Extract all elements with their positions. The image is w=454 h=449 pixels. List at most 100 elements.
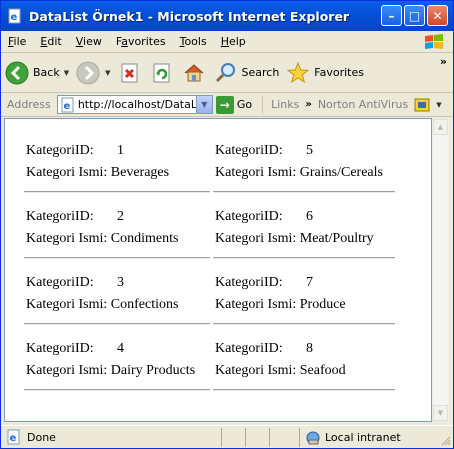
- standard-toolbar: Back ▼ ▼ Search Favorites »: [1, 53, 453, 93]
- window-title: DataList Örnek1 - Microsoft Internet Exp…: [29, 8, 350, 24]
- address-input[interactable]: e http://localhost/DataList ▼: [56, 95, 213, 114]
- windows-logo-icon: [419, 32, 449, 52]
- status-panels: [221, 428, 293, 447]
- menu-view[interactable]: View: [69, 35, 109, 48]
- svg-text:e: e: [10, 433, 17, 444]
- go-button[interactable]: → Go: [215, 95, 253, 114]
- refresh-icon: [149, 60, 175, 86]
- toolbar-overflow-chevron-icon[interactable]: »: [440, 55, 447, 68]
- datalist-item: KategoriID: 8 Kategori Ismi: Seafood: [212, 325, 397, 391]
- status-panel: [245, 428, 269, 447]
- address-bar: Address e http://localhost/DataList ▼ → …: [1, 93, 453, 117]
- category-name: Kategori Ismi: Beverages: [26, 165, 170, 180]
- go-arrow-icon: →: [215, 95, 234, 114]
- resize-grip-icon[interactable]: [441, 436, 451, 446]
- page-content: KategoriID: 1 Kategori Ismi: Beverages K…: [4, 118, 432, 422]
- title-bar[interactable]: e DataList Örnek1 - Microsoft Internet E…: [1, 1, 453, 31]
- home-button[interactable]: [178, 56, 210, 90]
- security-zone[interactable]: Local intranet: [299, 428, 439, 447]
- page-done-icon: e: [6, 429, 22, 445]
- refresh-button[interactable]: [146, 56, 178, 90]
- stop-icon: [117, 60, 143, 86]
- category-id-value: 2: [117, 209, 124, 224]
- item-separator: [213, 389, 395, 391]
- local-intranet-icon: [305, 430, 321, 446]
- minimize-icon: –: [388, 8, 395, 23]
- browser-window: e DataList Örnek1 - Microsoft Internet E…: [0, 0, 454, 449]
- favorites-button[interactable]: Favorites: [282, 56, 367, 90]
- menu-favorites[interactable]: Favorites: [109, 35, 173, 48]
- datalist-item: KategoriID: 3 Kategori Ismi: Confections: [23, 259, 212, 325]
- svg-text:e: e: [63, 101, 70, 112]
- address-url[interactable]: http://localhost/DataList: [78, 98, 196, 111]
- category-id-label: KategoriID:: [215, 143, 283, 158]
- vertical-scrollbar[interactable]: ▲ ▼: [432, 118, 449, 422]
- category-id-value: 7: [306, 275, 313, 290]
- menu-help[interactable]: Help: [214, 35, 253, 48]
- ie-page-icon: e: [7, 8, 23, 24]
- address-label: Address: [7, 98, 51, 111]
- scroll-up-icon[interactable]: ▲: [433, 119, 448, 135]
- search-label: Search: [241, 66, 280, 79]
- favorites-label: Favorites: [314, 66, 364, 79]
- datalist-item: KategoriID: 7 Kategori Ismi: Produce: [212, 259, 397, 325]
- maximize-icon: □: [408, 8, 421, 23]
- category-name: Kategori Ismi: Seafood: [215, 363, 346, 378]
- search-icon: [213, 60, 239, 86]
- category-id-label: KategoriID:: [215, 209, 283, 224]
- category-id-value: 5: [306, 143, 313, 158]
- datalist-item: KategoriID: 6 Kategori Ismi: Meat/Poultr…: [212, 193, 397, 259]
- close-icon: ✕: [432, 8, 443, 23]
- category-id-value: 6: [306, 209, 313, 224]
- forward-dropdown-icon[interactable]: ▼: [105, 69, 110, 77]
- forward-button[interactable]: ▼: [72, 56, 113, 90]
- separator: [262, 95, 264, 114]
- back-label: Back: [33, 66, 60, 79]
- status-text: Done: [27, 430, 56, 444]
- links-chevron-icon[interactable]: »: [305, 99, 311, 110]
- category-name: Kategori Ismi: Dairy Products: [26, 363, 196, 378]
- minimize-button[interactable]: –: [381, 5, 402, 26]
- norton-antivirus-icon[interactable]: [414, 98, 430, 112]
- datalist-row: KategoriID: 4 Kategori Ismi: Dairy Produ…: [23, 325, 397, 391]
- back-button[interactable]: Back ▼: [1, 56, 72, 90]
- datalist-row: KategoriID: 1 Kategori Ismi: Beverages K…: [23, 127, 397, 193]
- go-label: Go: [236, 98, 253, 111]
- datalist-item: KategoriID: 1 Kategori Ismi: Beverages: [23, 127, 212, 193]
- svg-text:e: e: [11, 12, 18, 23]
- back-dropdown-icon[interactable]: ▼: [64, 69, 69, 77]
- datalist-item: KategoriID: 5 Kategori Ismi: Grains/Cere…: [212, 127, 397, 193]
- menu-tools[interactable]: Tools: [173, 35, 214, 48]
- maximize-button[interactable]: □: [404, 5, 425, 26]
- close-button[interactable]: ✕: [427, 5, 448, 26]
- category-id-value: 1: [117, 143, 124, 158]
- category-name: Kategori Ismi: Condiments: [26, 231, 179, 246]
- links-button[interactable]: Links: [271, 98, 299, 111]
- category-name: Kategori Ismi: Grains/Cereals: [215, 165, 383, 180]
- datalist-row: KategoriID: 2 Kategori Ismi: Condiments …: [23, 193, 397, 259]
- datalist-item: KategoriID: 4 Kategori Ismi: Dairy Produ…: [23, 325, 212, 391]
- menu-bar: File Edit View Favorites Tools Help: [1, 31, 453, 53]
- menu-edit[interactable]: Edit: [33, 35, 68, 48]
- forward-arrow-icon: [75, 60, 101, 86]
- category-datalist: KategoriID: 1 Kategori Ismi: Beverages K…: [23, 127, 397, 391]
- norton-dropdown-icon[interactable]: ▼: [436, 101, 441, 109]
- address-dropdown-icon[interactable]: ▼: [195, 96, 212, 113]
- search-button[interactable]: Search: [210, 56, 283, 90]
- category-id-value: 3: [117, 275, 124, 290]
- favorites-star-icon: [285, 60, 311, 86]
- status-panel: [269, 428, 293, 447]
- category-id-label: KategoriID:: [215, 275, 283, 290]
- datalist-row: KategoriID: 3 Kategori Ismi: Confections…: [23, 259, 397, 325]
- category-id-label: KategoriID:: [26, 209, 94, 224]
- item-separator: [24, 389, 210, 391]
- status-panel: [221, 428, 245, 447]
- category-name: Kategori Ismi: Meat/Poultry: [215, 231, 374, 246]
- stop-button[interactable]: [114, 56, 146, 90]
- category-name: Kategori Ismi: Confections: [26, 297, 179, 312]
- menu-file[interactable]: File: [1, 35, 33, 48]
- back-arrow-icon: [4, 60, 30, 86]
- category-id-label: KategoriID:: [215, 341, 283, 356]
- norton-antivirus-label: Norton AntiVirus: [317, 98, 409, 111]
- scroll-down-icon[interactable]: ▼: [433, 405, 448, 421]
